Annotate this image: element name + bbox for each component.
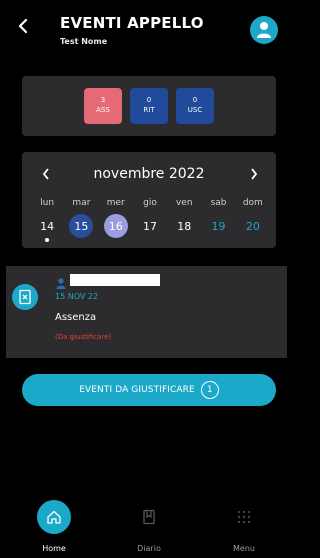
next-week-icon[interactable] <box>250 168 258 184</box>
weekday-label: lun <box>40 198 55 208</box>
calendar-day-number: 20 <box>245 219 260 233</box>
stat-ass[interactable]: 3 ASS <box>84 88 122 124</box>
date-row: 14 15 16 17 18 19 20 <box>30 214 270 242</box>
calendar-day-number: 18 <box>177 219 192 233</box>
event-status: (Da giustificare) <box>55 333 112 341</box>
calendar-day[interactable]: 18 <box>172 214 196 238</box>
stat-usc[interactable]: 0 USC <box>176 88 214 124</box>
nav-diario-label: Diario <box>137 544 161 553</box>
events-to-justify-label: EVENTI DA GIUSTIFICARE <box>79 385 195 395</box>
diary-bookmark-icon <box>132 500 166 534</box>
app-header: EVENTI APPELLO Test Nome <box>0 0 287 62</box>
calendar-day[interactable]: 17 <box>138 214 162 238</box>
nav-home[interactable]: Home <box>24 500 84 553</box>
stat-usc-label: USC <box>187 106 203 114</box>
stat-rit-label: RIT <box>143 106 155 114</box>
nav-menu[interactable]: Menu <box>214 500 274 553</box>
user-avatar-icon[interactable] <box>250 16 278 44</box>
calendar-day-number: 15 <box>74 219 89 233</box>
absence-event-icon <box>12 284 38 310</box>
page-subtitle: Test Nome <box>60 37 108 46</box>
back-chevron-icon[interactable] <box>16 18 30 34</box>
stat-usc-value: 0 <box>192 96 198 104</box>
event-type: Assenza <box>55 312 97 323</box>
events-to-justify-button[interactable]: EVENTI DA GIUSTIFICARE 1 <box>22 374 276 406</box>
events-count-badge: 1 <box>200 381 219 399</box>
calendar-day-weekend[interactable]: 20 <box>241 214 265 238</box>
weekday-label: mar <box>72 198 91 208</box>
calendar-day-number: 19 <box>211 219 226 233</box>
event-date: 15 NOV 22 <box>55 292 99 301</box>
menu-grid-icon <box>227 500 261 534</box>
event-card[interactable]: 15 NOV 22 Assenza (Da giustificare) <box>6 266 287 358</box>
student-user-icon <box>56 274 66 293</box>
nav-diario[interactable]: Diario <box>119 500 179 553</box>
calendar-day-number: 17 <box>142 219 157 233</box>
stat-rit-value: 0 <box>146 96 152 104</box>
weekday-row: lun mar mer gio ven sab dom <box>30 198 270 208</box>
week-calendar: novembre 2022 lun mar mer gio ven sab do… <box>22 152 276 248</box>
weekday-label: gio <box>143 198 157 208</box>
stat-ass-label: ASS <box>96 106 110 114</box>
event-dot-icon <box>45 238 50 242</box>
calendar-day[interactable]: 14 <box>35 214 59 242</box>
weekday-label: sab <box>210 198 227 208</box>
nav-home-label: Home <box>42 544 66 553</box>
page-title: EVENTI APPELLO <box>60 14 204 32</box>
weekday-label: ven <box>175 198 193 208</box>
home-icon <box>37 500 71 534</box>
stat-ass-value: 3 <box>100 96 106 104</box>
redacted-student-name <box>70 274 160 286</box>
stats-card: 3 ASS 0 RIT 0 USC <box>22 76 276 136</box>
calendar-day-number: 14 <box>40 219 55 233</box>
calendar-month: novembre 2022 <box>93 166 205 182</box>
calendar-day-weekend[interactable]: 19 <box>207 214 231 238</box>
calendar-day-today[interactable]: 16 <box>103 214 128 238</box>
weekday-label: dom <box>242 198 263 208</box>
calendar-day-number: 16 <box>108 219 123 233</box>
bottom-navigation: Home Diario Menu <box>0 500 287 558</box>
stat-rit[interactable]: 0 RIT <box>130 88 168 124</box>
calendar-day-selected[interactable]: 15 <box>69 214 94 238</box>
nav-menu-label: Menu <box>233 544 255 553</box>
weekday-label: mer <box>106 198 125 208</box>
